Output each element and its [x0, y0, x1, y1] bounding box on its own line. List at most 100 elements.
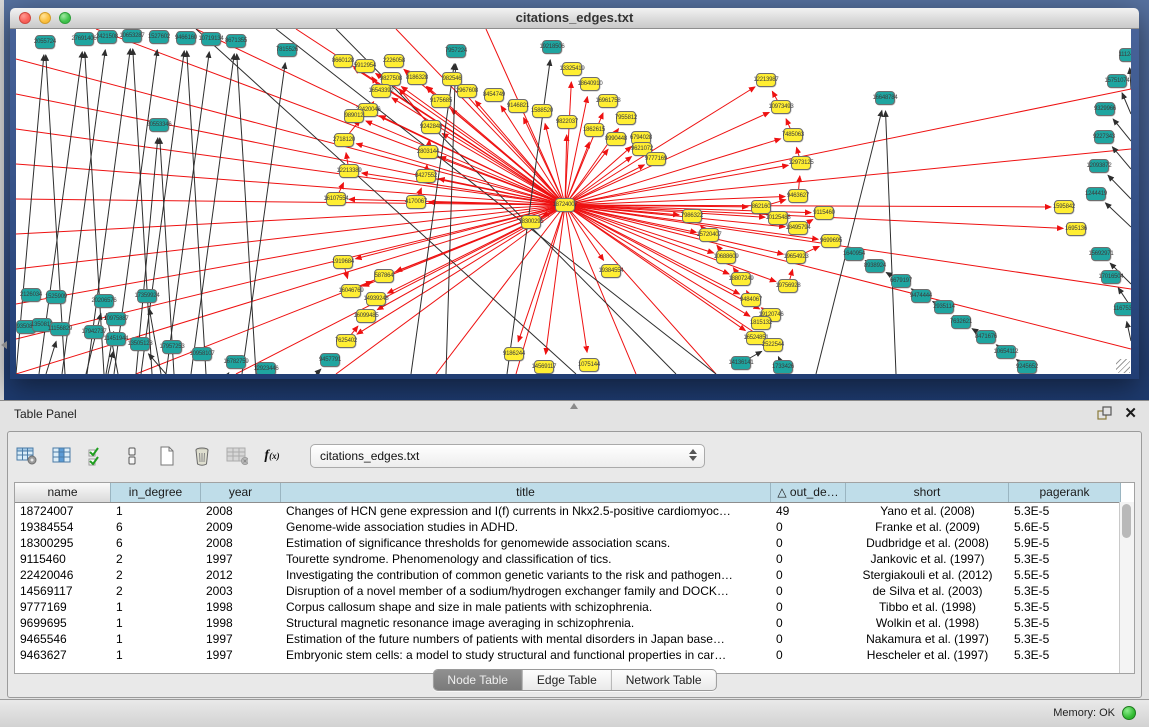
network-node[interactable]: 7485063 [783, 128, 803, 142]
row-merge-button[interactable] [121, 445, 143, 467]
network-node[interactable]: 9699695 [821, 234, 841, 248]
tab-edge-table[interactable]: Edge Table [522, 670, 611, 690]
network-node[interactable]: 19384554 [601, 264, 621, 278]
network-node[interactable]: 6679197 [891, 274, 911, 288]
network-node[interactable]: 27691406 [74, 32, 94, 46]
network-node[interactable]: 19654923 [786, 250, 806, 264]
network-node[interactable]: 9186244 [504, 347, 524, 361]
column-header-year[interactable]: year [201, 483, 281, 502]
network-node[interactable]: 11451944 [106, 332, 126, 346]
network-node[interactable]: 17359924 [137, 289, 157, 303]
table-row[interactable]: 946554611997Estimation of the future num… [15, 631, 1134, 647]
column-chooser-button[interactable] [51, 445, 73, 467]
network-node[interactable]: 1525909 [46, 290, 66, 304]
network-node[interactable]: 20206576 [94, 294, 114, 308]
network-node[interactable]: 9146821 [508, 99, 528, 113]
network-node[interactable]: 8671355 [226, 34, 246, 48]
network-node[interactable]: 1588520 [532, 104, 552, 118]
network-node[interactable]: 12213389 [339, 164, 359, 178]
network-node[interactable]: 16543392 [371, 84, 391, 98]
network-node[interactable]: 17957253 [162, 340, 182, 354]
network-node[interactable]: 1595842 [1054, 200, 1074, 214]
sash-handle-left[interactable] [1, 341, 7, 349]
column-header-title[interactable]: title [281, 483, 771, 502]
network-node[interactable]: 7632621 [951, 315, 971, 329]
network-node[interactable]: 9227343 [1094, 130, 1114, 144]
network-node[interactable]: 1733426 [773, 360, 793, 374]
network-node[interactable]: 18807249 [731, 272, 751, 286]
float-panel-icon[interactable] [1097, 406, 1113, 422]
network-node[interactable]: 8938924 [865, 259, 885, 273]
network-node[interactable]: 1167534 [1114, 302, 1131, 316]
network-node[interactable]: 14939248 [366, 292, 386, 306]
network-node[interactable]: 2718120 [334, 133, 354, 147]
network-node[interactable]: 8990448 [606, 132, 626, 146]
network-node[interactable]: 14569117 [534, 360, 554, 374]
network-node[interactable]: 1862615 [584, 123, 604, 137]
network-node[interactable]: 10654112 [996, 345, 1016, 359]
network-node[interactable]: 7815526 [277, 43, 297, 57]
column-header-short[interactable]: short [846, 483, 1009, 502]
table-row[interactable]: 1938455462009Genome-wide association stu… [15, 519, 1134, 535]
sash-handle-top[interactable] [570, 403, 578, 409]
network-node[interactable]: 10688609 [716, 250, 736, 264]
network-node[interactable]: 9466160 [176, 31, 196, 45]
network-graph-canvas[interactable]: 2055724276914062421508106532871527602946… [16, 29, 1131, 374]
window-titlebar[interactable]: citations_edges.txt [10, 8, 1139, 29]
network-node[interactable]: 2226058 [384, 54, 404, 68]
network-node[interactable]: 13505123 [130, 337, 150, 351]
network-node[interactable]: 1695136 [1066, 222, 1086, 236]
scrollbar-thumb[interactable] [1122, 504, 1131, 538]
network-node[interactable]: 12923446 [256, 362, 276, 374]
delete-table-button-disabled[interactable] [226, 445, 248, 467]
network-node[interactable]: 15720407 [699, 228, 719, 242]
network-node[interactable]: 7957224 [446, 44, 466, 58]
network-node[interactable]: 16046769 [341, 284, 361, 298]
memory-status-indicator[interactable] [1122, 706, 1136, 720]
network-node[interactable]: 9484067 [741, 293, 761, 307]
network-node[interactable]: 7625402 [336, 334, 356, 348]
network-node[interactable]: 1527602 [149, 30, 169, 44]
network-node[interactable]: 19218506 [542, 40, 562, 54]
table-row[interactable]: 946362711997Embryonic stem cells: a mode… [15, 647, 1134, 663]
column-header-pagerank[interactable]: pagerank [1009, 483, 1121, 502]
network-node[interactable]: 10973493 [771, 100, 791, 114]
network-node[interactable]: 8471676 [976, 330, 996, 344]
table-selector-dropdown[interactable]: citations_edges.txt [310, 444, 705, 468]
network-node[interactable]: 15692971 [1091, 247, 1111, 261]
network-node[interactable]: 9115460 [814, 206, 834, 220]
network-node[interactable]: 9457791 [320, 353, 340, 367]
network-node[interactable]: 17942737 [84, 325, 104, 339]
vertical-scrollbar[interactable] [1119, 502, 1134, 673]
new-column-button[interactable] [156, 445, 178, 467]
network-node[interactable]: 15751074 [1107, 74, 1127, 88]
network-node[interactable]: 16648784 [875, 91, 895, 105]
network-node[interactable]: 2967608 [457, 84, 477, 98]
network-node[interactable]: 10719134 [201, 32, 221, 46]
network-node[interactable]: 1815132 [751, 316, 771, 330]
network-node[interactable]: 16961758 [598, 94, 618, 108]
network-node[interactable]: 12213987 [756, 73, 776, 87]
table-row[interactable]: 1456911722003Disruption of a novel membe… [15, 583, 1134, 599]
network-node[interactable]: 20553346 [149, 118, 169, 132]
network-node[interactable]: 2126034 [21, 288, 41, 302]
network-node[interactable]: 11156829 [50, 322, 70, 336]
network-node[interactable]: 1640954 [844, 247, 864, 261]
network-node[interactable]: 10958107 [192, 347, 212, 361]
column-header-name[interactable]: name [15, 483, 111, 502]
network-node[interactable]: 9329966 [1095, 102, 1115, 116]
network-node[interactable]: 12973125 [791, 156, 811, 170]
network-node[interactable]: 7955812 [616, 111, 636, 125]
network-node[interactable]: 1244419 [1086, 187, 1106, 201]
network-node[interactable]: 18300295 [521, 215, 541, 229]
network-node[interactable]: 9777169 [646, 152, 666, 166]
network-node[interactable]: 5912954 [355, 59, 375, 73]
tab-node-table[interactable]: Node Table [433, 670, 522, 690]
network-node[interactable]: 16782759 [226, 355, 246, 369]
table-row[interactable]: 969969511998Structural magnetic resonanc… [15, 615, 1134, 631]
network-node[interactable]: 4170067 [406, 195, 426, 209]
network-node[interactable]: 1075144 [579, 358, 599, 372]
network-node[interactable]: 12093872 [1089, 159, 1109, 173]
network-node[interactable]: 7986322 [682, 209, 702, 223]
network-node[interactable]: 13325419 [562, 62, 582, 76]
